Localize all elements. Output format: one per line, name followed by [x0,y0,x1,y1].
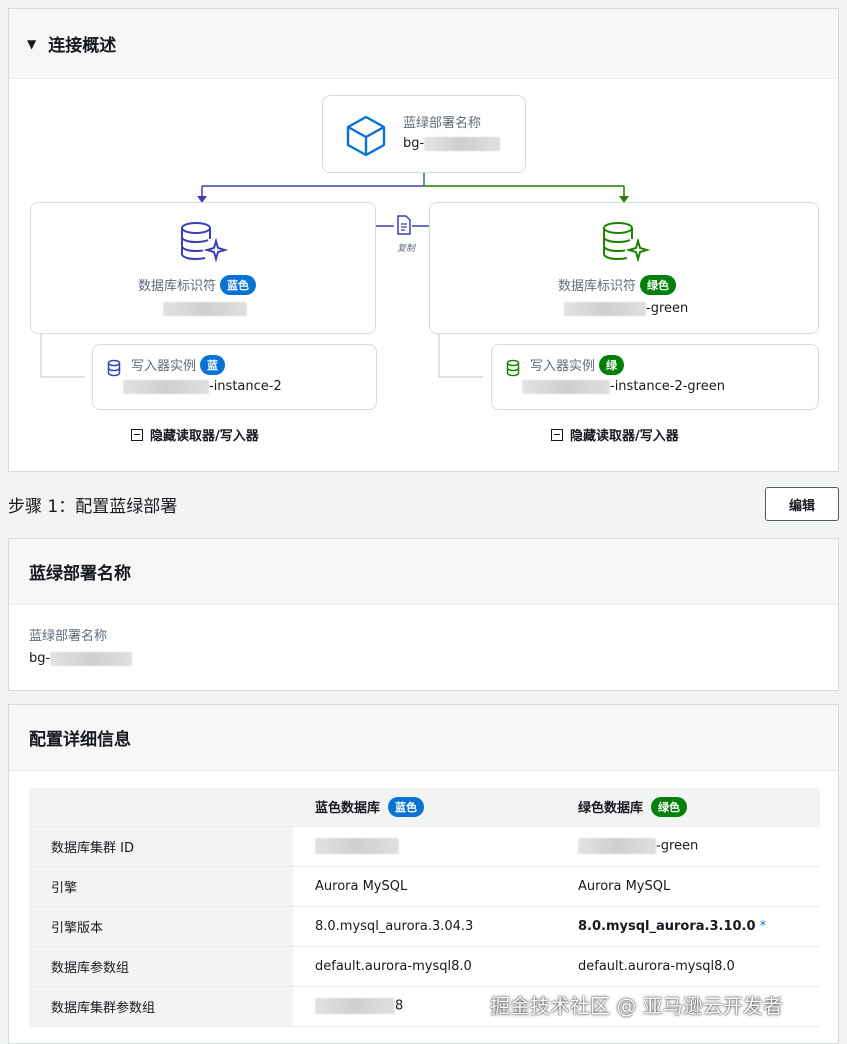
blue-badge: 蓝色 [388,796,425,817]
hide-readers-writers-toggle[interactable]: 隐藏读取器/写入器 [131,425,259,444]
caret-down-icon[interactable]: ▼ [27,37,36,51]
green-value: -green [556,826,820,867]
redacted-text [424,136,501,151]
connection-overview-panel: ▼ 连接概述 蓝绿部署名称 bg- 数据库标识符 蓝色 复制 数据库标识符 绿色… [8,8,839,472]
table-row: 数据库集群 ID -green [29,826,820,867]
table-header-row: 蓝色数据库 蓝色 绿色数据库 绿色 [29,788,820,827]
redacted-text [123,379,209,394]
green-instance-value: -instance-2-green [522,379,725,394]
database-icon [506,359,520,377]
deployment-name-value: bg- [403,136,501,151]
edit-button[interactable]: 编辑 [765,487,839,521]
blue-value: default.aurora-mysql8.0 [293,946,556,987]
blue-db-value [163,301,247,316]
green-badge: 绿色 [651,796,688,817]
table-row: 引擎 Aurora MySQL Aurora MySQL [29,866,820,907]
column-header-key [29,788,293,827]
blue-value [293,826,556,867]
overview-header[interactable]: ▼ 连接概述 [9,9,838,79]
green-short-badge: 绿 [599,355,625,375]
blue-badge: 蓝色 [220,275,257,295]
green-badge: 绿色 [640,275,677,295]
collapse-icon [551,428,563,441]
step-title: 步骤 1：配置蓝绿部署 [8,497,178,517]
blue-value: Aurora MySQL [293,866,556,907]
redacted-text [315,838,399,854]
deployment-card: 蓝绿部署名称 bg- [322,95,526,173]
watermark: 掘金技术社区 @ 亚马逊云开发者 [490,994,783,1018]
blue-instance-value: -instance-2 [123,379,282,394]
row-key: 数据库集群 ID [29,826,293,867]
green-value: 8.0.mysql_aurora.3.10.0 * [556,906,820,947]
green-writer-instance-card: 写入器实例绿 -instance-2-green [491,344,819,410]
database-icon [107,359,121,377]
collapse-icon [131,428,143,441]
redacted-text [50,651,133,666]
cube-icon [346,115,386,157]
deployment-name-panel: 蓝绿部署名称 蓝绿部署名称 bg- [8,538,839,691]
deployment-name-field-value: bg- [29,651,133,666]
green-value: default.aurora-mysql8.0 [556,946,820,987]
table-row: 引擎版本 8.0.mysql_aurora.3.04.3 8.0.mysql_a… [29,906,820,947]
toggle-label: 隐藏读取器/写入器 [570,429,679,444]
green-instance-label: 写入器实例绿 [530,355,625,375]
blue-writer-instance-card: 写入器实例蓝 -instance-2 [92,344,377,410]
blue-instance-label: 写入器实例蓝 [131,355,226,375]
toggle-label: 隐藏读取器/写入器 [150,429,259,444]
overview-title: 连接概述 [48,36,117,56]
hide-readers-writers-toggle[interactable]: 隐藏读取器/写入器 [551,425,679,444]
blue-database-card: 数据库标识符 蓝色 [30,202,376,334]
deployment-name-label: 蓝绿部署名称 [403,116,482,131]
deployment-name-key: 蓝绿部署名称 [29,629,108,644]
blue-value: 8.0.mysql_aurora.3.04.3 [293,906,556,947]
green-value: Aurora MySQL [556,866,820,907]
column-header-blue: 蓝色数据库 蓝色 [293,788,556,827]
row-key: 数据库参数组 [29,946,293,987]
database-sparkle-icon [603,222,650,263]
copy-label: 复制 [397,244,416,254]
redacted-text [315,998,395,1014]
row-key: 引擎版本 [29,906,293,947]
row-key: 引擎 [29,866,293,907]
blue-short-badge: 蓝 [200,355,226,375]
document-icon [397,215,411,235]
redacted-text [564,301,646,316]
table-row: 数据库参数组 default.aurora-mysql8.0 default.a… [29,946,820,987]
blue-db-label: 数据库标识符 蓝色 [138,275,257,295]
panel-title: 蓝绿部署名称 [9,539,838,605]
green-db-label: 数据库标识符 绿色 [558,275,677,295]
redacted-text [163,301,247,316]
green-db-value: -green [564,301,688,316]
database-sparkle-icon [181,222,228,263]
column-header-green: 绿色数据库 绿色 [556,788,820,827]
redacted-text [578,838,656,854]
green-database-card: 数据库标识符 绿色 -green [429,202,819,334]
row-key: 数据库集群参数组 [29,986,293,1027]
redacted-text [522,379,610,394]
panel-title: 配置详细信息 [9,705,838,771]
changed-marker: * [759,918,767,934]
